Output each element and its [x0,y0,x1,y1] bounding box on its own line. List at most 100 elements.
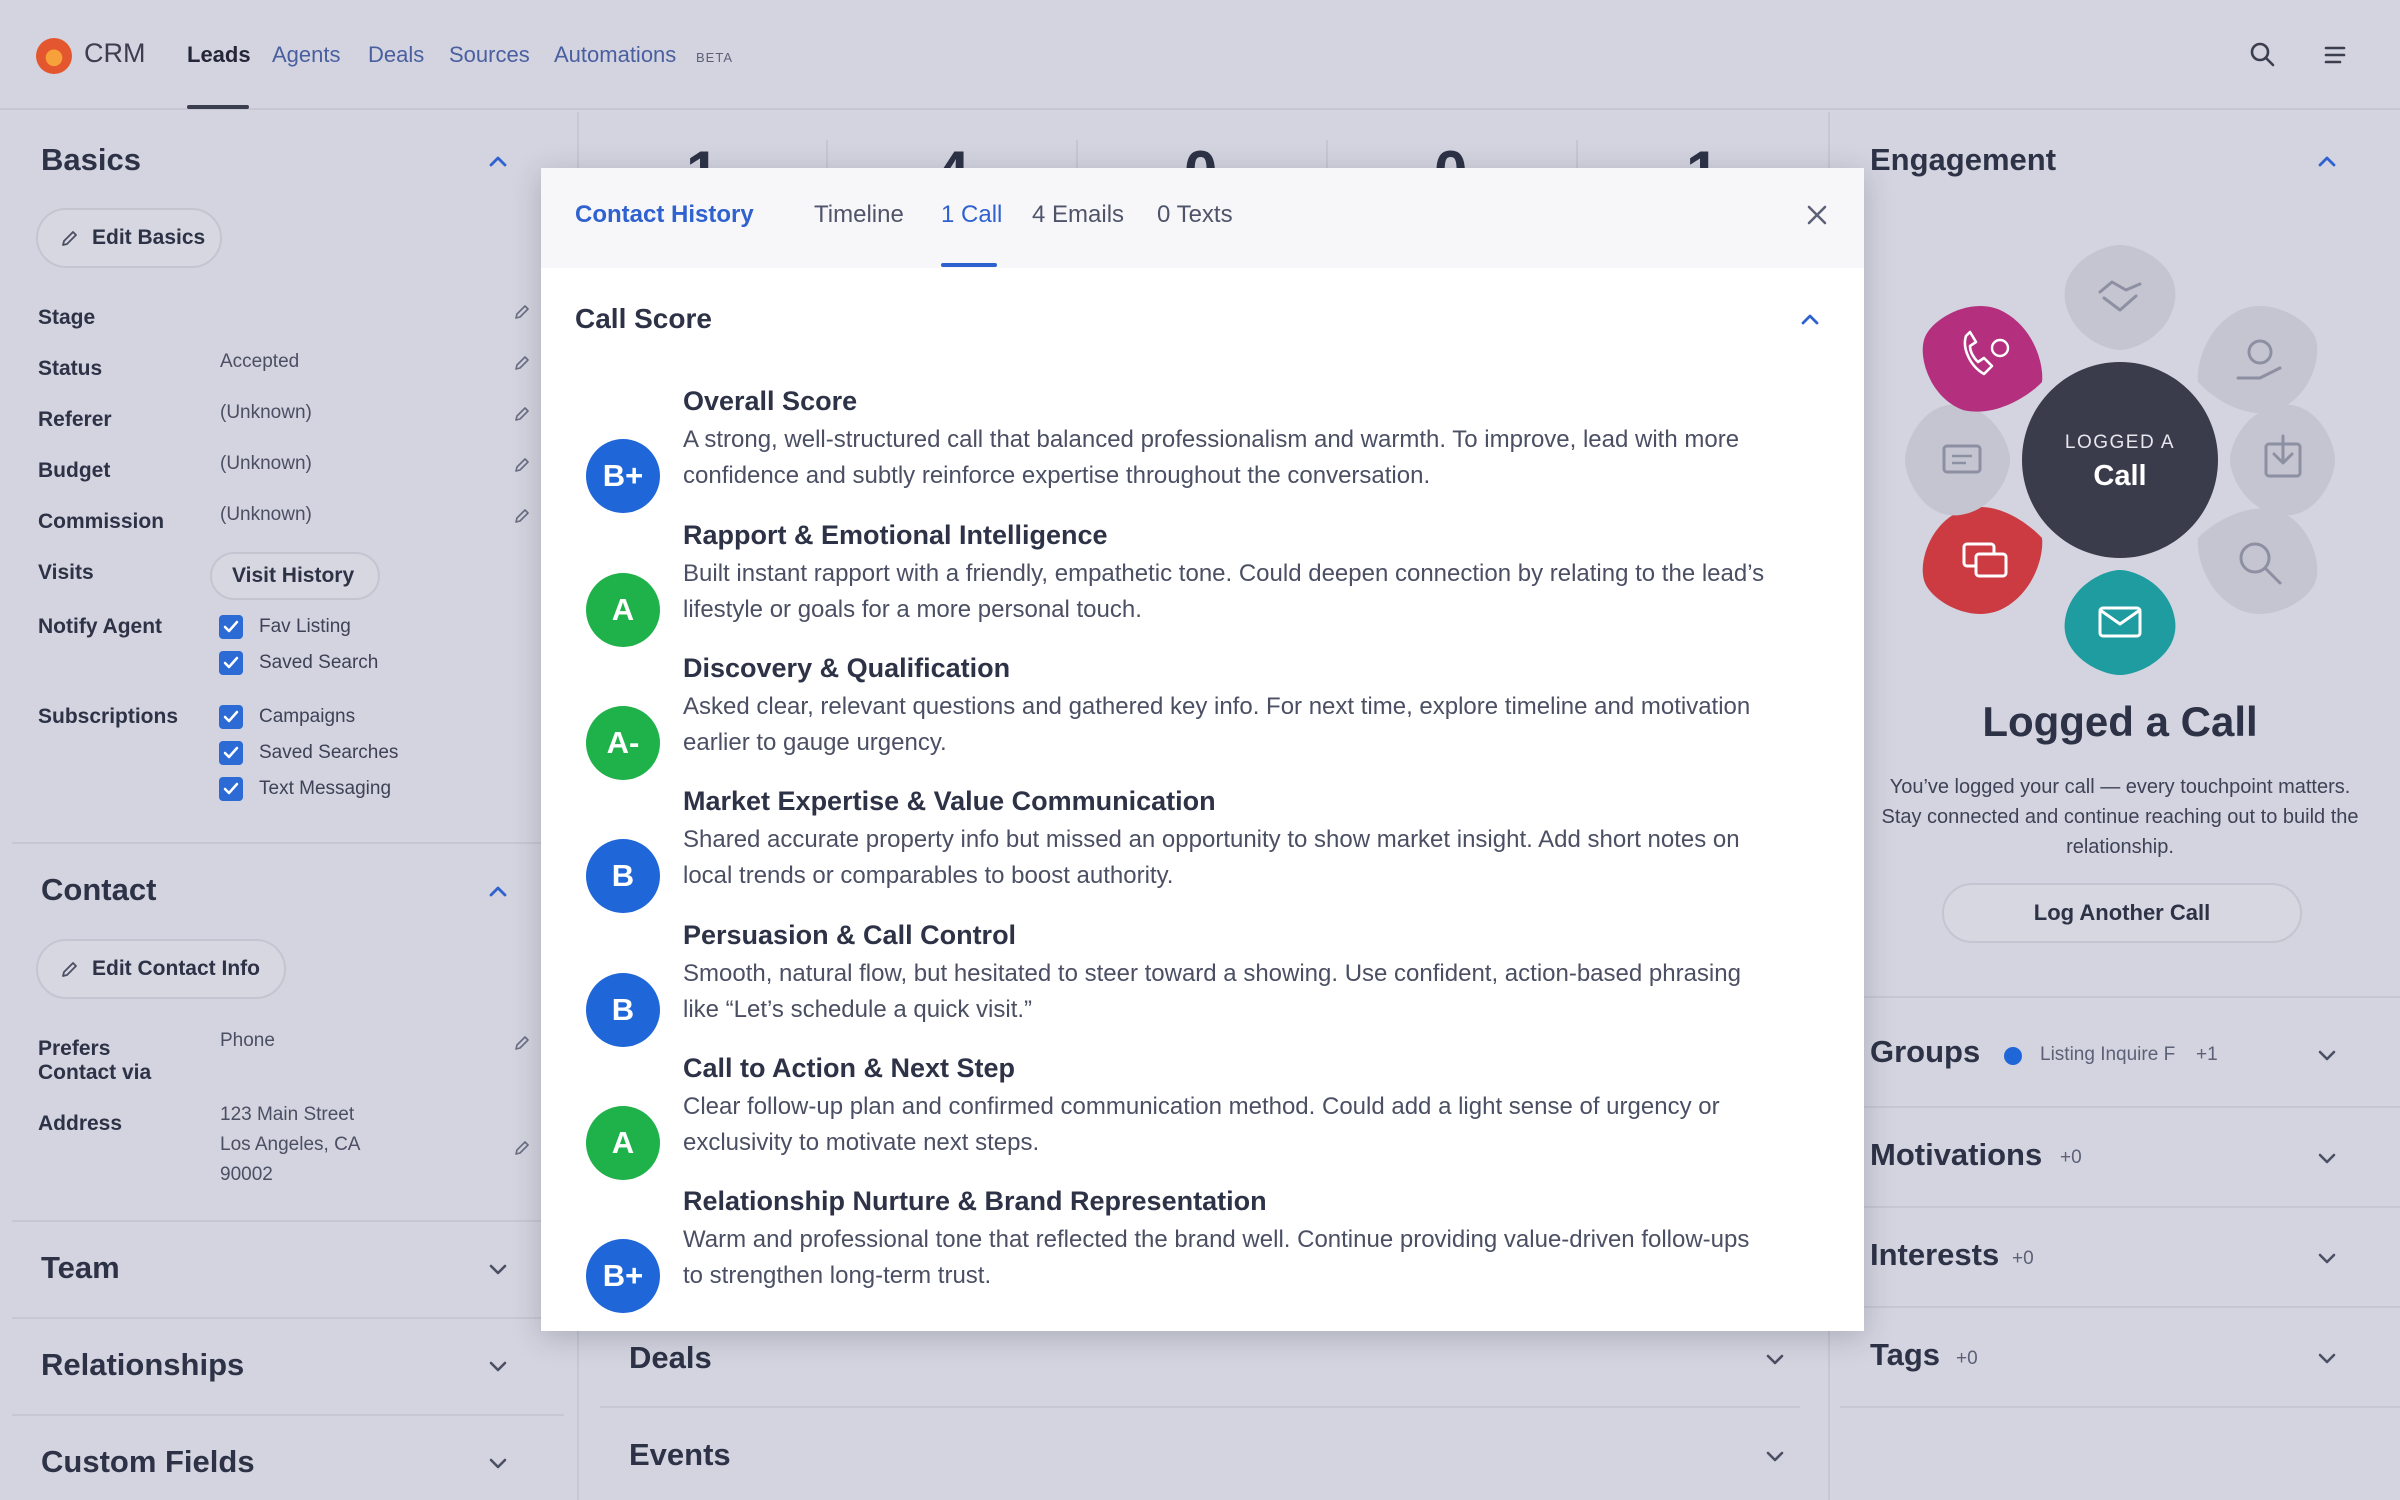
saved-searches-checkbox[interactable] [219,741,243,765]
app-name: CRM [84,38,146,68]
campaigns-checkbox[interactable] [219,705,243,729]
text-messaging-label: Text Messaging [259,778,392,799]
edit-status-icon[interactable] [513,354,531,372]
pencil-icon [62,962,77,977]
score-item-description-line: like “Let’s schedule a quick visit.” [683,996,1033,1023]
edit-address-icon[interactable] [513,1139,531,1157]
score-item-description-line: Asked clear, relevant questions and gath… [683,693,1751,720]
grade-badge: B [586,839,660,913]
chevron-down-icon[interactable] [2316,1044,2338,1066]
edit-referer-icon[interactable] [513,405,531,423]
contact-history-modal: Contact History Timeline 1 Call 4 Emails… [541,168,1864,1331]
relationships-section-title[interactable]: Relationships [41,1347,244,1383]
chevron-down-icon[interactable] [487,1355,509,1377]
call-score-title: Call Score [575,303,712,334]
text-messaging-checkbox[interactable] [219,777,243,801]
score-item-description-line: Shared accurate property info but missed… [683,826,1740,853]
money-hand-petal[interactable] [2197,306,2318,414]
tab-contact-history[interactable]: Contact History [575,201,754,229]
beta-badge: BETA [696,50,733,65]
contact-title: Contact [41,872,157,907]
group-more-count: +1 [2196,1044,2218,1065]
chevron-up-icon[interactable] [487,150,509,172]
tab-timeline[interactable]: Timeline [814,201,904,229]
address-line-2: Los Angeles, CA [220,1134,361,1155]
inbox-download-petal[interactable] [2230,404,2335,516]
edit-budget-icon[interactable] [513,456,531,474]
budget-label: Budget [38,459,111,482]
score-item-description-line: Warm and professional tone that reflecte… [683,1226,1750,1253]
tab-calls[interactable]: 1 Call [941,201,1002,229]
groups-title[interactable]: Groups [1870,1034,1980,1070]
logged-call-description: You’ve logged your call — every touchpoi… [1858,772,2382,862]
pencil-icon [62,231,77,246]
phone-petal[interactable] [1922,306,2043,412]
chevron-up-icon[interactable] [2316,150,2338,172]
score-item-description-line: earlier to gauge urgency. [683,729,947,756]
saved-search-checkbox[interactable] [219,651,243,675]
chevron-up-icon[interactable] [487,880,509,902]
menu-icon[interactable] [2318,38,2352,72]
visit-history-button[interactable]: Visit History [210,552,380,600]
tab-texts[interactable]: 0 Texts [1157,201,1233,229]
score-item-description-line: local trends or comparables to boost aut… [683,862,1174,889]
search-heart-petal[interactable] [2197,508,2318,614]
engagement-wheel: LOGGED A Call [1905,245,2335,675]
chevron-down-icon[interactable] [1764,1445,1786,1467]
fav-listing-checkbox[interactable] [219,615,243,639]
tags-title[interactable]: Tags [1870,1337,1940,1373]
edit-prefers-icon[interactable] [513,1034,531,1052]
interests-title[interactable]: Interests [1870,1237,1999,1273]
team-section-title[interactable]: Team [41,1250,120,1286]
message-petal[interactable] [1905,404,2010,516]
chat-petal[interactable] [1922,506,2043,614]
nav-leads[interactable]: Leads [187,42,251,68]
log-another-call-button[interactable]: Log Another Call [1942,883,2302,943]
address-line-3: 90002 [220,1164,273,1185]
description-line: Stay connected and continue reaching out… [1881,806,2359,828]
edit-contact-info-button[interactable]: Edit Contact Info [36,939,286,999]
chevron-down-icon[interactable] [1764,1348,1786,1370]
divider [12,1220,564,1222]
prefers-value: Phone [220,1030,275,1051]
divider [1840,1406,2400,1408]
search-icon[interactable] [2246,38,2280,72]
edit-commission-icon[interactable] [513,507,531,525]
email-petal[interactable] [2064,570,2176,675]
grade-badge: B+ [586,1239,660,1313]
divider [12,842,564,844]
divider [600,1406,1800,1408]
score-item-description-line: Smooth, natural flow, but hesitated to s… [683,960,1741,987]
tags-count: +0 [1956,1348,1978,1369]
tab-emails[interactable]: 4 Emails [1032,201,1124,229]
chevron-down-icon[interactable] [2316,1147,2338,1169]
notify-agent-label: Notify Agent [38,615,163,638]
nav-deals[interactable]: Deals [368,42,424,68]
score-item-description-line: Clear follow-up plan and confirmed commu… [683,1093,1720,1120]
divider [1840,1206,2400,1208]
motivations-title[interactable]: Motivations [1870,1137,2042,1173]
saved-searches-label: Saved Searches [259,742,399,763]
custom-fields-section-title[interactable]: Custom Fields [41,1444,255,1480]
group-tag: Listing Inquire F [2040,1044,2176,1065]
score-item-title: Market Expertise & Value Communication [683,786,1216,816]
score-item-title: Call to Action & Next Step [683,1053,1016,1083]
chevron-up-icon[interactable] [1799,308,1821,330]
nav-automations[interactable]: Automations [554,42,676,68]
edit-stage-icon[interactable] [513,303,531,321]
address-line-1: 123 Main Street [220,1104,355,1125]
handshake-petal[interactable] [2064,245,2176,350]
events-section-title[interactable]: Events [629,1437,731,1473]
edit-basics-button[interactable]: Edit Basics [36,208,222,268]
chevron-down-icon[interactable] [2316,1347,2338,1369]
chevron-down-icon[interactable] [2316,1247,2338,1269]
chevron-down-icon[interactable] [487,1452,509,1474]
deals-section-title[interactable]: Deals [629,1340,712,1376]
score-item-title: Discovery & Qualification [683,653,1011,683]
nav-agents[interactable]: Agents [272,42,341,68]
chevron-down-icon[interactable] [487,1258,509,1280]
nav-sources[interactable]: Sources [449,42,530,68]
status-label: Status [38,357,103,380]
close-icon[interactable] [1803,201,1831,229]
grade-badge: A- [586,706,660,780]
